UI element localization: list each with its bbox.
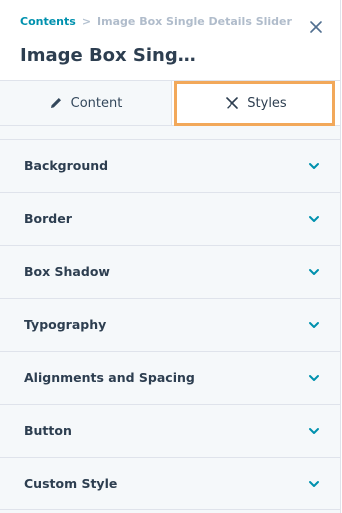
section-alignments-and-spacing[interactable]: Alignments and Spacing — [0, 351, 340, 404]
section-label: Box Shadow — [24, 264, 110, 279]
close-button[interactable] — [306, 17, 326, 37]
chevron-down-icon — [309, 428, 319, 434]
section-box-shadow[interactable]: Box Shadow — [0, 245, 340, 298]
section-label: Custom Style — [24, 476, 118, 491]
tab-styles[interactable]: Styles — [172, 81, 340, 125]
section-label: Background — [24, 158, 109, 173]
section-label: Typography — [24, 317, 107, 332]
pencil-icon — [50, 98, 61, 108]
panel-header: Contents > Image Box Single Details Slid… — [0, 0, 340, 80]
tab-styles-label: Styles — [247, 95, 287, 111]
close-icon — [310, 21, 322, 33]
section-background[interactable]: Background — [0, 139, 340, 192]
section-typography[interactable]: Typography — [0, 298, 340, 351]
breadcrumb: Contents > Image Box Single Details Slid… — [20, 15, 292, 28]
section-label: Border — [24, 211, 72, 226]
section-custom-style[interactable]: Custom Style — [0, 457, 340, 510]
breadcrumb-contents-link[interactable]: Contents — [20, 15, 76, 28]
section-button[interactable]: Button — [0, 404, 340, 457]
chevron-down-icon — [309, 216, 319, 222]
section-label: Button — [24, 423, 72, 438]
styles-icon — [226, 97, 239, 109]
chevron-down-icon — [309, 163, 319, 169]
breadcrumb-current: Image Box Single Details Slider — [97, 15, 292, 28]
tab-content[interactable]: Content — [0, 81, 172, 125]
tab-content-label: Content — [70, 95, 123, 111]
chevron-down-icon — [309, 375, 319, 381]
chevron-down-icon — [309, 481, 319, 487]
style-sections-accordion: Background Border Box Shadow Typography … — [0, 139, 340, 510]
breadcrumb-separator: > — [81, 15, 92, 28]
page-title: Image Box Sing… — [20, 45, 196, 66]
section-label: Alignments and Spacing — [24, 370, 195, 385]
chevron-down-icon — [309, 322, 319, 328]
tab-bar: Content Styles — [0, 80, 340, 126]
chevron-down-icon — [309, 269, 319, 275]
section-border[interactable]: Border — [0, 192, 340, 245]
style-editor-panel: Contents > Image Box Single Details Slid… — [0, 0, 341, 513]
